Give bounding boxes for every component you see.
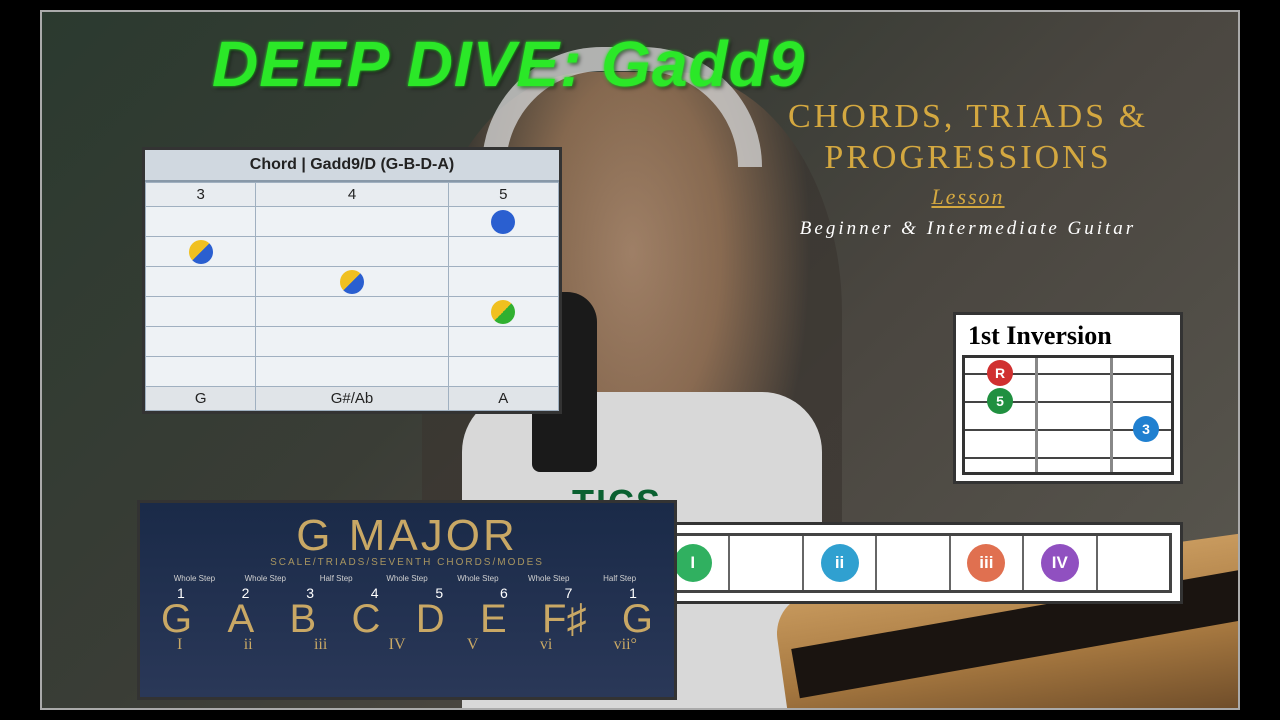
chord-dot xyxy=(491,210,515,234)
chord-grid: 3 4 5 G G#/Ab A xyxy=(145,182,559,411)
fret-label: 5 xyxy=(448,183,558,207)
series-subtitle: Beginner & Intermediate Guitar xyxy=(758,218,1178,240)
step-intervals-row: Whole Step Whole Step Half Step Whole St… xyxy=(155,574,659,583)
fret-label: 3 xyxy=(146,183,256,207)
gmajor-title: G MAJOR xyxy=(155,511,659,561)
gmajor-scale-box: G MAJOR SCALE/TRIADS/SEVENTH CHORDS/MODE… xyxy=(137,500,677,700)
chord-dot xyxy=(340,270,364,294)
roman-degree: ii xyxy=(821,544,859,582)
inversion-box: 1st Inversion R 5 3 xyxy=(953,312,1183,484)
roman-track: I ii iii IV xyxy=(654,533,1172,593)
gmajor-subtitle: SCALE/TRIADS/SEVENTH CHORDS/MODES xyxy=(155,557,659,568)
chord-dot xyxy=(491,300,515,324)
inversion-dot-third: 3 xyxy=(1133,416,1159,442)
inversion-title: 1st Inversion xyxy=(962,321,1174,351)
inversion-diagram: R 5 3 xyxy=(962,355,1174,475)
series-title-line1: CHORDS, TRIADS & xyxy=(758,97,1178,138)
roman-degree: IV xyxy=(1041,544,1079,582)
inversion-dot-fifth: 5 xyxy=(987,388,1013,414)
chord-diagram-box: Chord | Gadd9/D (G-B-D-A) 3 4 5 G G#/Ab … xyxy=(142,147,562,414)
note-label: G#/Ab xyxy=(256,387,448,411)
fret-label: 4 xyxy=(256,183,448,207)
note-label: G xyxy=(146,387,256,411)
chord-header: Chord | Gadd9/D (G-B-D-A) xyxy=(145,150,559,182)
note-label: A xyxy=(448,387,558,411)
inversion-dot-root: R xyxy=(987,360,1013,386)
chord-dot xyxy=(189,240,213,264)
main-title-overlay: DEEP DIVE: Gadd9 xyxy=(212,27,805,101)
series-title-block: CHORDS, TRIADS & PROGRESSIONS Lesson Beg… xyxy=(758,97,1178,240)
series-title-line2: PROGRESSIONS xyxy=(758,138,1178,179)
lesson-label: Lesson xyxy=(758,184,1178,210)
roman-numeral-box: I ii iii IV xyxy=(643,522,1183,604)
roman-degree: I xyxy=(674,544,712,582)
roman-degree: iii xyxy=(967,544,1005,582)
video-thumbnail-frame[interactable]: TICS DEEP DIVE: Gadd9 CHORDS, TRIADS & P… xyxy=(40,10,1240,710)
